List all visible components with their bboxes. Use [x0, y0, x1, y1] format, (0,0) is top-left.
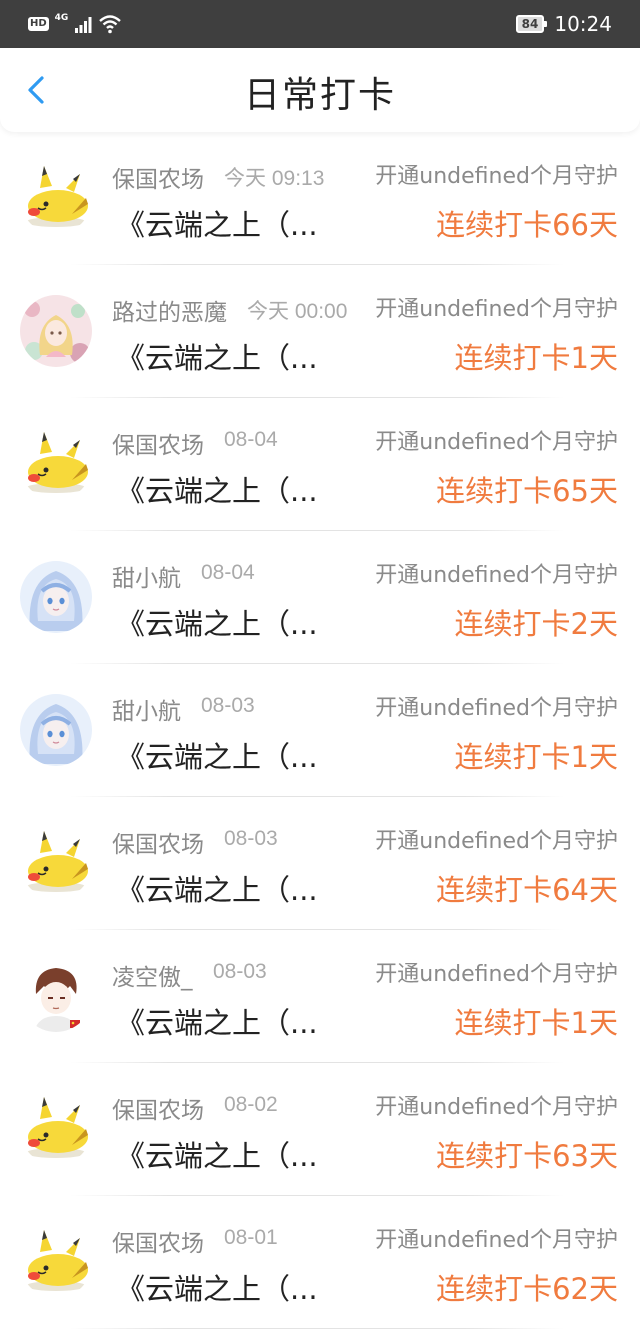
- guard-text: 开通undefined个月守护: [375, 962, 618, 987]
- checkin-time: 08-04: [224, 428, 278, 451]
- guard-text: 开通undefined个月守护: [375, 563, 618, 588]
- list-item[interactable]: 路过的恶魔 今天 00:00 开通undefined个月守护 《云端之上（...…: [0, 265, 640, 398]
- guard-text: 开通undefined个月守护: [375, 430, 618, 455]
- pikachu-avatar-image: [20, 827, 92, 899]
- guard-text: 开通undefined个月守护: [375, 829, 618, 854]
- list-item[interactable]: 甜小航 08-03 开通undefined个月守护 《云端之上（... 连续打卡…: [0, 664, 640, 797]
- streak-text: 连续打卡64天: [436, 873, 618, 907]
- guard-text: 开通undefined个月守护: [375, 1228, 618, 1253]
- book-title[interactable]: 《云端之上（...: [116, 1266, 318, 1308]
- user-name[interactable]: 甜小航: [112, 692, 181, 726]
- list-item[interactable]: 凌空傲_ 08-03 开通undefined个月守护 《云端之上（... 连续打…: [0, 930, 640, 1063]
- streak-text: 连续打卡2天: [454, 607, 618, 641]
- checkin-time: 08-04: [201, 561, 255, 584]
- avatar[interactable]: [20, 295, 92, 367]
- checkin-time: 08-01: [224, 1226, 278, 1249]
- list-item[interactable]: 保国农场 今天 09:13 开通undefined个月守护 《云端之上（... …: [0, 132, 640, 265]
- avatar[interactable]: [20, 162, 92, 234]
- checkin-time: 08-03: [224, 827, 278, 850]
- list-item[interactable]: 保国农场 08-03 开通undefined个月守护 《云端之上（... 连续打…: [0, 797, 640, 930]
- list-item[interactable]: 保国农场 08-02 开通undefined个月守护 《云端之上（... 连续打…: [0, 1063, 640, 1196]
- streak-text: 连续打卡1天: [454, 740, 618, 774]
- user-name[interactable]: 保国农场: [112, 1091, 204, 1125]
- streak-text: 连续打卡62天: [436, 1272, 618, 1306]
- hd-badge: HD: [28, 17, 49, 31]
- avatar[interactable]: [20, 1226, 92, 1298]
- list-item[interactable]: 甜小航 08-04 开通undefined个月守护 《云端之上（... 连续打卡…: [0, 531, 640, 664]
- guard-text: 开通undefined个月守护: [375, 696, 618, 721]
- checkin-time: 08-03: [201, 694, 255, 717]
- user-name[interactable]: 保国农场: [112, 426, 204, 460]
- book-title[interactable]: 《云端之上（...: [116, 1000, 318, 1042]
- checkin-time: 今天 00:00: [247, 300, 348, 323]
- page-title: 日常打卡: [243, 75, 396, 116]
- anime-girl-blue-avatar-image: [20, 561, 92, 633]
- avatar[interactable]: [20, 428, 92, 500]
- avatar[interactable]: [20, 827, 92, 899]
- streak-text: 连续打卡63天: [436, 1139, 618, 1173]
- book-title[interactable]: 《云端之上（...: [116, 734, 318, 776]
- book-title[interactable]: 《云端之上（...: [116, 601, 318, 643]
- book-title[interactable]: 《云端之上（...: [116, 335, 318, 377]
- pikachu-avatar-image: [20, 1093, 92, 1165]
- guard-text: 开通undefined个月守护: [375, 164, 618, 189]
- battery-icon: 84: [515, 15, 548, 33]
- network-type-label: 4G: [54, 12, 69, 23]
- guard-text: 开通undefined个月守护: [375, 297, 618, 322]
- user-name[interactable]: 保国农场: [112, 160, 204, 194]
- user-name[interactable]: 凌空傲_: [112, 958, 193, 992]
- streak-text: 连续打卡66天: [436, 208, 618, 242]
- pikachu-avatar-image: [20, 428, 92, 500]
- signal-icon: [75, 17, 92, 33]
- avatar[interactable]: [20, 561, 92, 633]
- nav-bar: 日常打卡: [0, 48, 640, 132]
- status-time: 10:24: [554, 12, 612, 36]
- checkin-time: 08-02: [224, 1093, 278, 1116]
- avatar[interactable]: [20, 1093, 92, 1165]
- book-title[interactable]: 《云端之上（...: [116, 468, 318, 510]
- user-name[interactable]: 甜小航: [112, 559, 181, 593]
- checkin-time: 今天 09:13: [224, 167, 325, 190]
- status-left: HD 4G: [28, 12, 122, 36]
- avatar[interactable]: [20, 694, 92, 766]
- user-name[interactable]: 保国农场: [112, 1224, 204, 1258]
- guard-text: 开通undefined个月守护: [375, 1095, 618, 1120]
- pikachu-avatar-image: [20, 1226, 92, 1298]
- status-bar: HD 4G 84 10:24: [0, 0, 640, 48]
- streak-text: 连续打卡1天: [454, 1006, 618, 1040]
- anime-girl-blue-avatar-image: [20, 694, 92, 766]
- avatar[interactable]: [20, 960, 92, 1032]
- streak-text: 连续打卡65天: [436, 474, 618, 508]
- checkin-list: 保国农场 今天 09:13 开通undefined个月守护 《云端之上（... …: [0, 132, 640, 1329]
- anime-boy-avatar-image: [20, 960, 92, 1032]
- status-right: 84 10:24: [515, 10, 612, 38]
- list-item[interactable]: 保国农场 08-01 开通undefined个月守护 《云端之上（... 连续打…: [0, 1196, 640, 1329]
- book-title[interactable]: 《云端之上（...: [116, 202, 318, 244]
- streak-text: 连续打卡1天: [454, 341, 618, 375]
- wifi-icon: [99, 15, 122, 34]
- anime-girl-pink-avatar-image: [20, 295, 92, 367]
- book-title[interactable]: 《云端之上（...: [116, 867, 318, 909]
- list-item[interactable]: 保国农场 08-04 开通undefined个月守护 《云端之上（... 连续打…: [0, 398, 640, 531]
- pikachu-avatar-image: [20, 162, 92, 234]
- user-name[interactable]: 保国农场: [112, 825, 204, 859]
- checkin-time: 08-03: [213, 960, 267, 983]
- user-name[interactable]: 路过的恶魔: [112, 293, 227, 327]
- book-title[interactable]: 《云端之上（...: [116, 1133, 318, 1175]
